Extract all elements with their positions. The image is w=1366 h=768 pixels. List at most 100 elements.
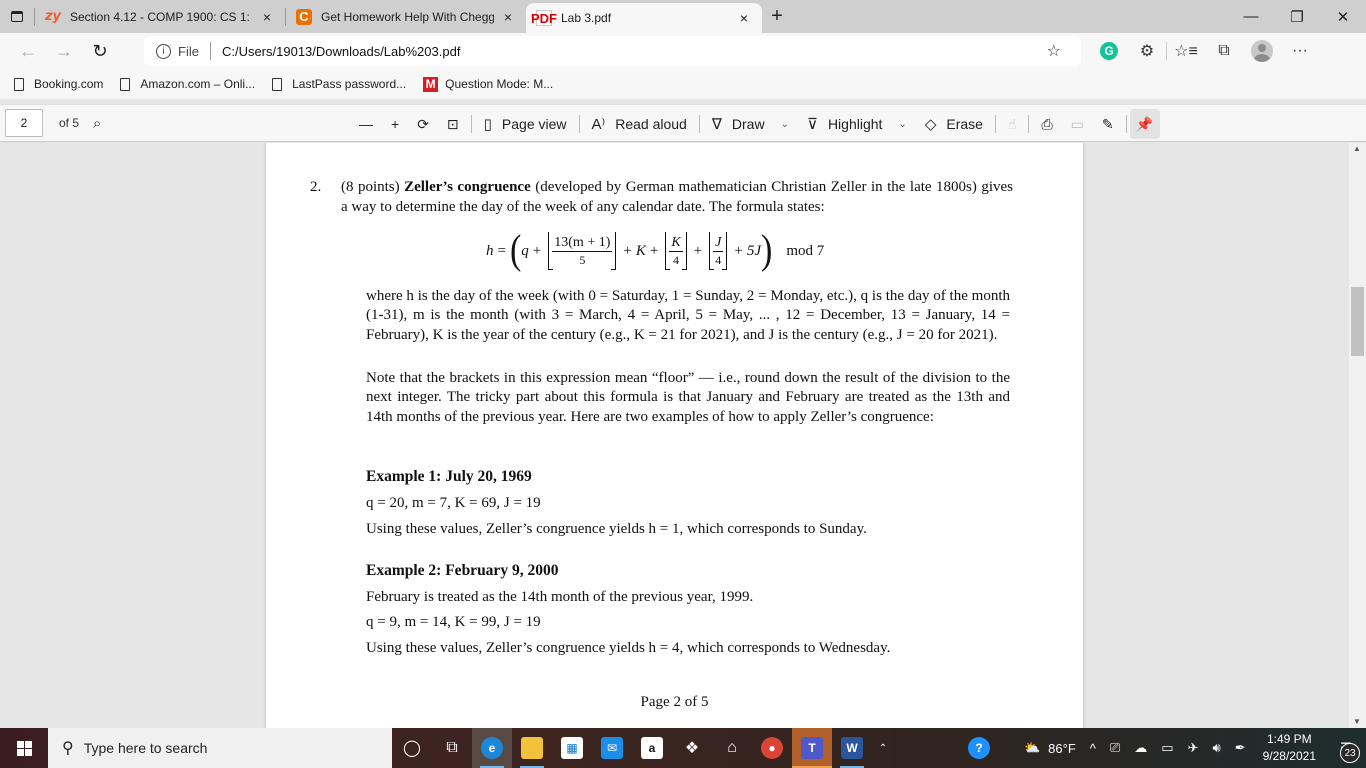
- search-icon: ⚲: [62, 740, 74, 757]
- chevron-down-icon[interactable]: ⌄: [898, 119, 906, 130]
- tab-lab3-pdf[interactable]: PDF Lab 3.pdf ×: [526, 3, 762, 33]
- fraction: K 4: [669, 235, 683, 268]
- taskbar-search-input[interactable]: ⚲ Type here to search: [48, 728, 392, 768]
- formula-mod: mod 7: [786, 242, 825, 259]
- pin-toolbar-button[interactable]: 📌: [1129, 109, 1160, 139]
- fraction: 13(m + 1) 5: [552, 235, 613, 268]
- info-icon[interactable]: i: [156, 43, 171, 59]
- formula-plus: +: [649, 242, 659, 259]
- page-number-input[interactable]: 2: [5, 109, 43, 137]
- taskbar-chrome[interactable]: ●: [752, 728, 792, 768]
- forward-button[interactable]: →: [46, 36, 82, 66]
- chrome-icon: ●: [761, 737, 783, 759]
- chevron-up-icon: ^: [1089, 740, 1096, 756]
- task-view-button[interactable]: ⧉: [432, 728, 472, 768]
- question-term: Zeller’s congruence: [404, 179, 531, 195]
- right-paren: ): [761, 228, 773, 273]
- new-tab-button[interactable]: +: [762, 0, 792, 33]
- fit-page-button[interactable]: ⊡: [438, 109, 468, 139]
- bookmark-lastpass[interactable]: LastPass password...: [272, 77, 406, 91]
- rotate-button[interactable]: ⟳: [408, 109, 438, 139]
- formula-5J: 5J: [746, 242, 761, 259]
- restore-button[interactable]: ❐: [1274, 0, 1320, 33]
- airplane-mode-button[interactable]: ✈: [1181, 728, 1206, 768]
- bookmark-booking[interactable]: Booking.com: [14, 77, 103, 91]
- bookmark-amazon[interactable]: Amazon.com – Onli...: [120, 77, 255, 91]
- volume-button[interactable]: 🔊︎: [1206, 728, 1228, 768]
- save-button[interactable]: ▭: [1062, 109, 1093, 139]
- clock[interactable]: 1:49 PM 9/28/2021: [1253, 731, 1326, 765]
- scroll-down-icon[interactable]: ▼: [1353, 717, 1361, 726]
- close-window-button[interactable]: ✕: [1320, 0, 1366, 33]
- taskbar-amazon[interactable]: a: [632, 728, 672, 768]
- example-1-result: Using these values, Zeller’s congruence …: [366, 521, 867, 537]
- battery-button[interactable]: ▭: [1154, 728, 1180, 768]
- print-button[interactable]: ⎙: [1032, 109, 1061, 139]
- tab-close-icon[interactable]: ×: [500, 9, 516, 25]
- taskbar-scroll[interactable]: ⌃: [872, 728, 894, 768]
- windows-taskbar: ⚲ Type here to search ◯ ⧉ e ▦ ✉ a ❖ ⌂ ● …: [0, 728, 1366, 768]
- onedrive-button[interactable]: ☁: [1127, 728, 1154, 768]
- more-button[interactable]: ···: [1281, 36, 1319, 66]
- save-as-button[interactable]: ✎: [1093, 109, 1123, 139]
- pen-icon: ∇: [711, 116, 722, 133]
- back-button[interactable]: ←: [10, 36, 46, 66]
- taskbar-file-explorer[interactable]: [512, 728, 552, 768]
- taskbar-app-circle[interactable]: ⌂: [712, 728, 752, 768]
- collections-button[interactable]: ⧉: [1205, 36, 1243, 66]
- formula-eq: =: [497, 242, 506, 259]
- zoom-in-button[interactable]: +: [382, 109, 408, 139]
- floor-term-1: 13(m + 1) 5: [548, 232, 617, 270]
- address-input[interactable]: i File C:/Users/19013/Downloads/Lab%203.…: [144, 36, 1081, 66]
- scroll-up-icon[interactable]: ▲: [1353, 144, 1361, 153]
- tab-zybooks[interactable]: zy Section 4.12 - COMP 1900: CS 1: ×: [35, 0, 285, 33]
- tab-close-icon[interactable]: ×: [259, 9, 275, 25]
- taskbar-teams[interactable]: T: [792, 728, 832, 768]
- weather-widget[interactable]: ⛅ 86°F: [1017, 728, 1083, 768]
- amazon-icon: a: [641, 737, 663, 759]
- scheme-label: File: [178, 43, 199, 59]
- chevron-down-icon[interactable]: ⌄: [781, 119, 789, 130]
- refresh-button[interactable]: ↻: [82, 36, 118, 66]
- draw-button[interactable]: ∇ Draw ⌄: [703, 109, 798, 139]
- add-favorite-icon[interactable]: ☆: [1047, 41, 1061, 61]
- taskbar-word[interactable]: W: [832, 728, 872, 768]
- show-hidden-icons-button[interactable]: ^: [1083, 728, 1103, 768]
- read-aloud-button[interactable]: A⁾ Read aloud: [583, 109, 696, 139]
- taskbar-mail[interactable]: ✉: [592, 728, 632, 768]
- meet-now-button[interactable]: ⎚: [1103, 728, 1127, 768]
- taskbar-store[interactable]: ▦: [552, 728, 592, 768]
- zybooks-favicon-icon: zy: [44, 9, 62, 24]
- highlight-button[interactable]: ⊽ Highlight ⌄: [798, 109, 916, 139]
- fraction-denominator: 4: [715, 252, 722, 267]
- profile-button[interactable]: [1243, 36, 1281, 66]
- scrollbar-thumb[interactable]: [1351, 287, 1364, 356]
- extensions-button[interactable]: ⚙: [1128, 36, 1166, 66]
- favorites-icon: ☆≡: [1174, 43, 1198, 60]
- search-icon[interactable]: ⌕: [93, 115, 101, 132]
- touch-write-button[interactable]: ☝: [999, 109, 1026, 139]
- bookmark-label: LastPass password...: [292, 77, 407, 91]
- minimize-button[interactable]: —: [1228, 0, 1274, 33]
- pen-workspace-button[interactable]: ✒: [1228, 728, 1253, 768]
- tab-chegg[interactable]: C Get Homework Help With Chegg ×: [286, 0, 526, 33]
- example-1-heading: Example 1: July 20, 1969: [366, 468, 532, 485]
- help-tray-button[interactable]: ?: [961, 728, 997, 768]
- taskbar-dropbox[interactable]: ❖: [672, 728, 712, 768]
- taskbar-edge[interactable]: e: [472, 728, 512, 768]
- tab-close-icon[interactable]: ×: [736, 10, 752, 26]
- action-center-button[interactable]: ☰ 23: [1326, 728, 1366, 768]
- start-button[interactable]: [0, 728, 48, 768]
- puzzle-icon: ⚙: [1139, 43, 1155, 60]
- url-text[interactable]: C:/Users/19013/Downloads/Lab%203.pdf: [222, 44, 460, 59]
- grammarly-button[interactable]: G: [1090, 36, 1128, 66]
- erase-button[interactable]: ◇ Erase: [916, 109, 992, 139]
- favorites-button[interactable]: ☆≡: [1167, 36, 1205, 66]
- cortana-button[interactable]: ◯: [392, 728, 432, 768]
- page-view-button[interactable]: ▯ Page view: [475, 109, 576, 139]
- bookmark-question-mode[interactable]: M Question Mode: M...: [423, 76, 553, 92]
- vertical-scrollbar[interactable]: ▲ ▼: [1349, 143, 1366, 728]
- zoom-out-button[interactable]: —: [350, 109, 382, 139]
- windows-logo-icon: [24, 740, 32, 748]
- tab-actions-button[interactable]: [0, 0, 34, 33]
